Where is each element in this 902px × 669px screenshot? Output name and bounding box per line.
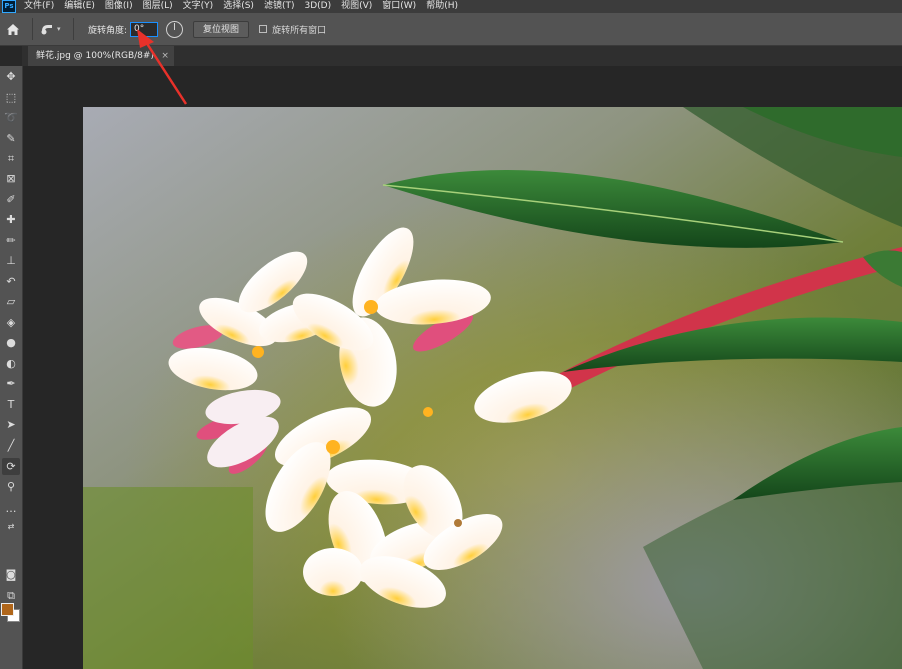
eraser-icon: ▱ [6,295,16,308]
history-brush-tool-button[interactable]: ↶ [2,273,20,290]
more-tools-icon: … [5,502,17,515]
quick-select-icon: ✎ [6,132,16,145]
menu-3d[interactable]: 3D(D) [304,0,331,13]
reset-view-button[interactable]: 复位视图 [193,20,250,38]
quick-mask-icon: ◙ [5,568,17,581]
home-button[interactable] [0,13,26,45]
path-select-tool-button[interactable]: ➤ [2,416,20,433]
eyedropper-icon: ✐ [6,193,16,206]
menu-bar: Ps 文件(F) 编辑(E) 图像(I) 图层(L) 文字(Y) 选择(S) 滤… [0,0,902,13]
quick-select-tool-button[interactable]: ✎ [2,130,20,147]
options-separator [73,18,74,40]
chevron-down-icon: ▾ [57,25,61,33]
document-image [83,107,902,669]
pen-icon: ✒ [6,377,16,390]
home-icon [7,23,19,35]
rotate-all-windows-option[interactable]: 旋转所有窗口 [259,23,326,36]
tools-panel: ✥ ⬚ ➰ ✎ ⌗ ⊠ ✐ ✚ ✏ ⊥ ↶ ▱ ◈ ● ◐ ✒ T ➤ ╱ ⟳ … [0,66,23,669]
rotate-view-tool-icon [41,25,52,35]
more-tools-button[interactable]: … [2,500,20,517]
zoom-tool-button[interactable]: ⚲ [2,478,20,495]
type-icon: T [7,398,15,411]
paint-bucket-tool-button[interactable]: ◈ [2,314,20,331]
healing-brush-tool-button[interactable]: ✚ [2,211,20,228]
options-separator [32,18,33,40]
clone-stamp-icon: ⊥ [6,254,16,267]
menu-type[interactable]: 文字(Y) [183,0,214,13]
menu-file[interactable]: 文件(F) [24,0,54,13]
brush-icon: ✏ [6,234,16,247]
crop-tool-button[interactable]: ⌗ [2,150,20,167]
menu-image[interactable]: 图像(I) [105,0,133,13]
move-icon: ✥ [6,70,16,83]
menu-window[interactable]: 窗口(W) [382,0,416,13]
dodge-icon: ◐ [6,357,16,370]
screen-mode-icon: ⧉ [7,588,15,602]
flower-photo [83,107,902,669]
menu-layer[interactable]: 图层(L) [143,0,173,13]
annotation-arrow [137,29,188,105]
marquee-tool-button[interactable]: ⬚ [2,89,20,106]
lasso-icon: ➰ [4,111,18,124]
menu-edit[interactable]: 编辑(E) [64,0,95,13]
quick-mask-button[interactable]: ◙ [2,566,20,583]
eyedropper-tool-button[interactable]: ✐ [2,191,20,208]
marquee-icon: ⬚ [5,91,17,104]
brush-tool-button[interactable]: ✏ [2,232,20,249]
photoshop-logo-icon: Ps [2,0,16,13]
type-tool-button[interactable]: T [2,396,20,413]
canvas-area[interactable] [22,66,902,669]
path-select-icon: ➤ [6,418,16,431]
paint-bucket-icon: ◈ [6,316,16,329]
menu-filter[interactable]: 滤镜(T) [264,0,295,13]
line-tool-button[interactable]: ╱ [2,437,20,454]
rotate-view-icon: ⟳ [6,460,16,473]
rotate-view-tool-button[interactable]: ⟳ [2,458,20,475]
blur-tool-button[interactable]: ● [2,334,20,351]
clone-stamp-tool-button[interactable]: ⊥ [2,252,20,269]
lasso-tool-button[interactable]: ➰ [2,109,20,126]
rotate-all-windows-label: 旋转所有窗口 [272,25,327,36]
blur-icon: ● [6,336,16,349]
rotate-all-windows-checkbox[interactable] [259,25,268,33]
swap-arrows-icon: ⇄ [7,522,15,531]
foreground-color-swatch[interactable] [1,603,14,616]
frame-icon: ⊠ [6,172,16,185]
tool-preset-picker[interactable]: ▾ [39,22,67,36]
menu-select[interactable]: 选择(S) [223,0,254,13]
pen-tool-button[interactable]: ✒ [2,375,20,392]
menu-help[interactable]: 帮助(H) [426,0,458,13]
zoom-icon: ⚲ [6,480,16,493]
healing-brush-icon: ✚ [6,213,16,226]
line-icon: ╱ [7,439,15,452]
dodge-tool-button[interactable]: ◐ [2,355,20,372]
eraser-tool-button[interactable]: ▱ [2,293,20,310]
move-tool-button[interactable]: ✥ [2,68,20,85]
menu-view[interactable]: 视图(V) [341,0,372,13]
frame-tool-button[interactable]: ⊠ [2,170,20,187]
history-brush-icon: ↶ [6,275,16,288]
swap-colors-button[interactable]: ⇄ [2,518,20,535]
crop-icon: ⌗ [7,151,15,165]
screen-mode-button[interactable]: ⧉ [2,587,20,604]
